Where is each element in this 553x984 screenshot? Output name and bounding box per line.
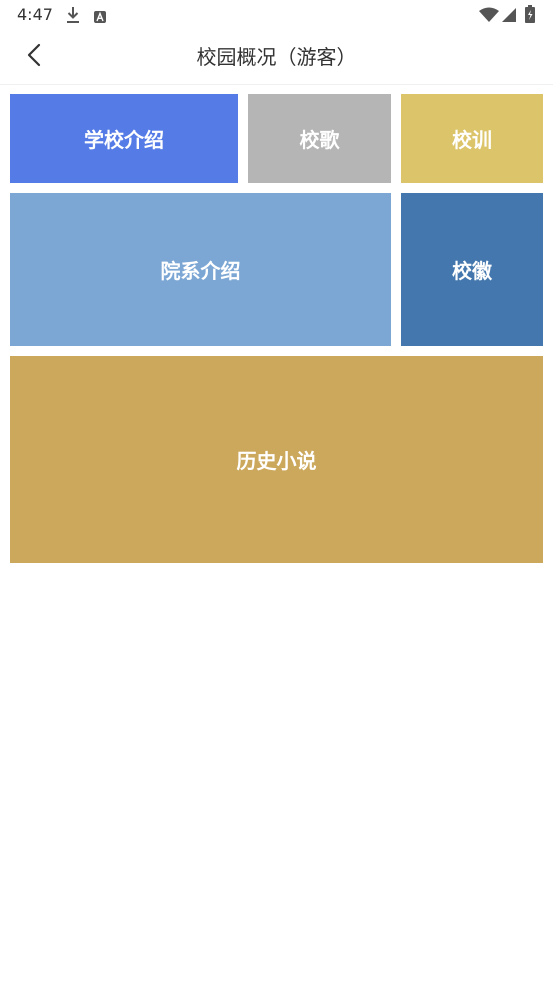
back-button[interactable] [14,38,54,76]
tile-departments-intro[interactable]: 院系介绍 [10,193,391,346]
page-title: 校园概况（游客） [196,45,357,69]
tile-history-novel[interactable]: 历史小说 [10,356,543,563]
battery-charging-icon [525,5,535,27]
tile-school-motto[interactable]: 校训 [401,94,543,183]
signal-icon [502,7,516,26]
tile-label: 院系介绍 [160,259,241,283]
screen: 4:47 校园概况（游客） 学校介绍 校歌 校训 院系介绍 校徽 历史小说 [0,0,553,984]
tile-label: 学校介绍 [84,128,164,152]
wifi-icon [479,7,499,26]
tile-label: 校歌 [299,128,340,152]
a-badge-icon [94,8,106,27]
tile-label: 历史小说 [236,449,317,473]
status-bar: 4:47 [0,0,553,30]
download-icon [66,6,80,28]
tile-school-emblem[interactable]: 校徽 [401,193,543,346]
tile-label: 校徽 [452,259,492,283]
tile-school-song[interactable]: 校歌 [248,94,391,183]
tile-school-intro[interactable]: 学校介绍 [10,94,238,183]
chevron-left-icon [26,43,42,71]
status-time: 4:47 [17,5,53,24]
tile-label: 校训 [452,128,492,152]
app-bar: 校园概况（游客） [0,30,553,85]
